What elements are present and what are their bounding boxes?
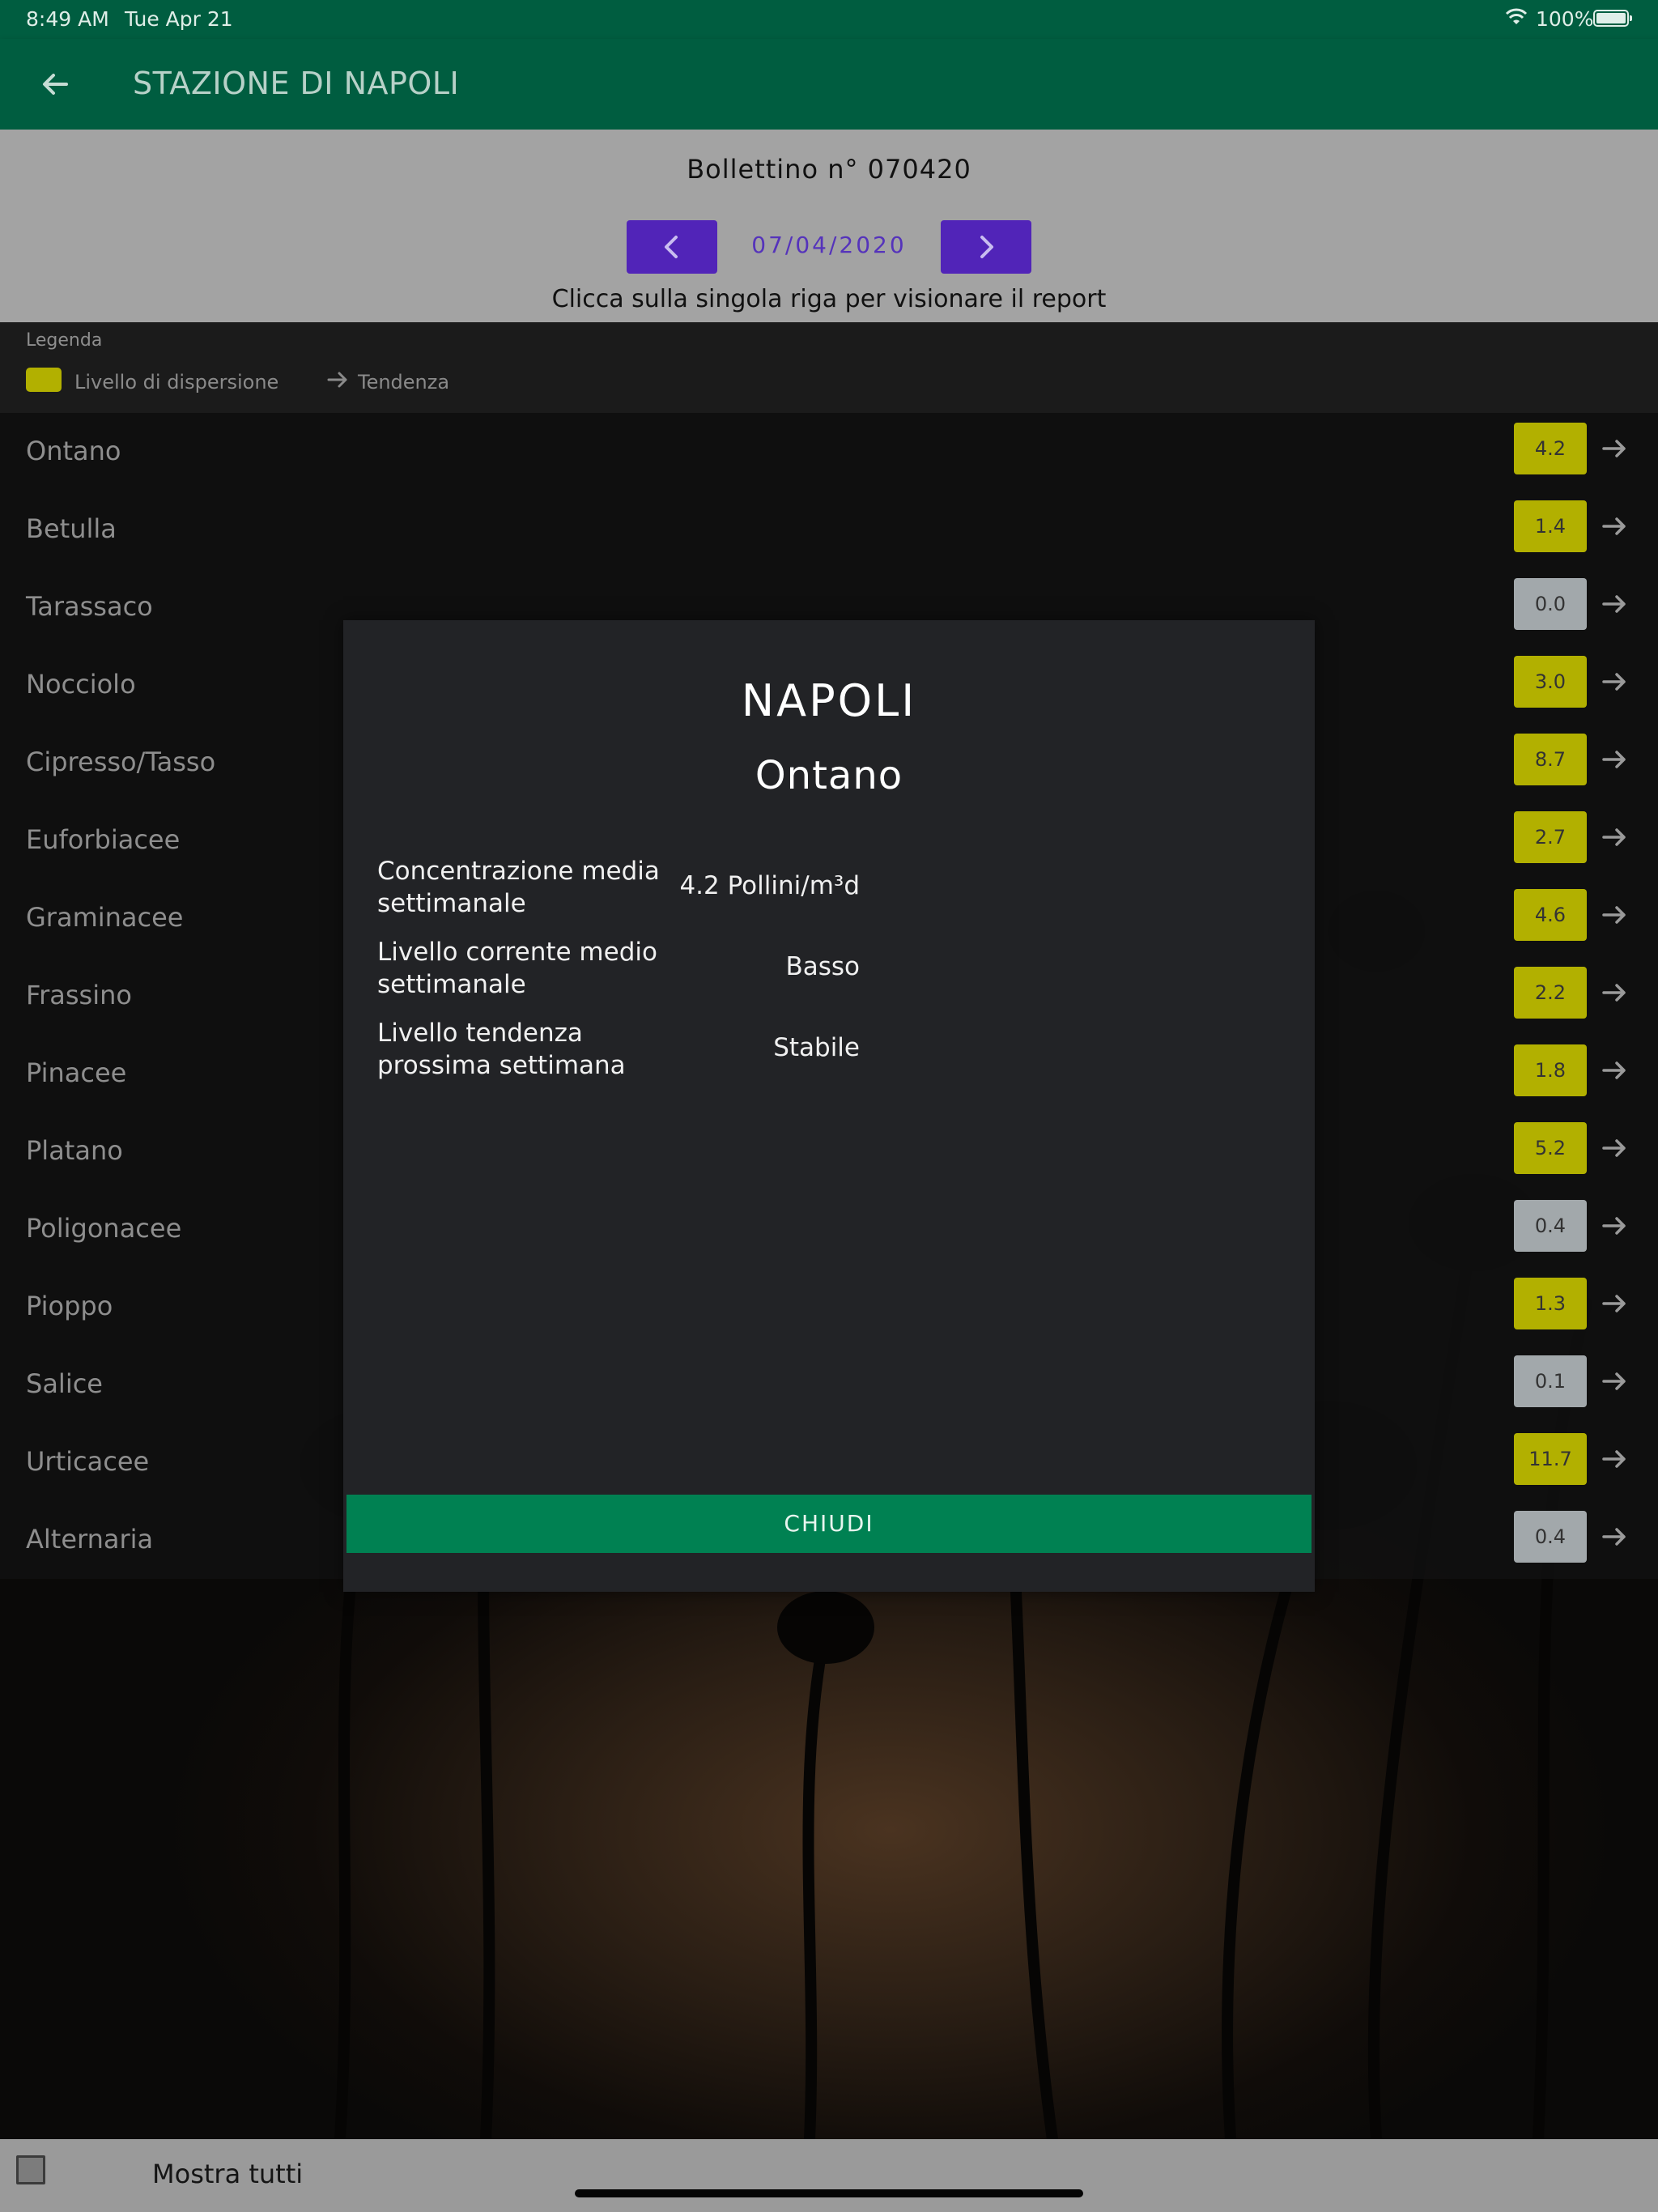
bulletin-number: Bollettino n° 070420 (687, 154, 971, 185)
pollen-name: Pioppo (26, 1291, 113, 1321)
status-bar: 8:49 AM Tue Apr 21 100% (0, 0, 1658, 39)
show-all-checkbox[interactable] (16, 2155, 45, 2184)
pollen-name: Frassino (26, 980, 132, 1010)
pollen-name: Betulla (26, 513, 117, 544)
pollen-name: Euforbiacee (26, 824, 181, 855)
trend-arrow-icon (1598, 1210, 1630, 1245)
dispersion-badge: 3.0 (1514, 656, 1587, 708)
trend-arrow-icon (1598, 821, 1630, 857)
dispersion-swatch (26, 368, 62, 392)
trend-arrow-icon (1598, 666, 1630, 701)
pollen-detail-dialog: NAPOLI Ontano Concentrazione media setti… (343, 620, 1315, 1592)
pollen-name: Pinacee (26, 1057, 127, 1088)
detail-row: Livello tendenza prossima settimana Stab… (377, 1017, 944, 1090)
status-time: 8:49 AM (26, 7, 109, 31)
legend-trend-label: Tendenza (358, 371, 450, 393)
detail-value: Stabile (773, 1033, 860, 1062)
trend-arrow-icon (1598, 1365, 1630, 1401)
pollen-name: Poligonacee (26, 1213, 182, 1244)
trend-arrow-icon (1598, 588, 1630, 623)
pollen-name: Cipresso/Tasso (26, 747, 216, 777)
pollen-row[interactable]: Betulla 1.4 (0, 491, 1658, 568)
trend-arrow-icon (1598, 510, 1630, 546)
dispersion-badge: 0.4 (1514, 1511, 1587, 1563)
dispersion-badge: 5.2 (1514, 1122, 1587, 1174)
show-all-label[interactable]: Mostra tutti (152, 2159, 303, 2189)
dispersion-badge: 0.4 (1514, 1200, 1587, 1252)
legend-title: Legenda (26, 330, 103, 351)
trend-arrow-icon (1598, 1521, 1630, 1556)
trend-arrow-icon (325, 368, 350, 395)
dispersion-badge: 4.6 (1514, 889, 1587, 941)
previous-date-button[interactable] (627, 220, 717, 274)
dispersion-badge: 0.0 (1514, 578, 1587, 630)
detail-label: Livello tendenza prossima settimana (377, 1019, 626, 1080)
status-date: Tue Apr 21 (125, 7, 233, 31)
detail-row: Livello corrente medio settimanale Basso (377, 936, 944, 1009)
trend-arrow-icon (1598, 1443, 1630, 1478)
dispersion-badge: 2.2 (1514, 967, 1587, 1019)
instruction-text: Clicca sulla singola riga per visionare … (551, 285, 1107, 313)
page-title: STAZIONE DI NAPOLI (133, 66, 460, 101)
pollen-name: Tarassaco (26, 591, 153, 622)
detail-row: Concentrazione media settimanale 4.2 Pol… (377, 855, 944, 928)
trend-arrow-icon (1598, 976, 1630, 1012)
pollen-name: Alternaria (26, 1524, 154, 1555)
trend-arrow-icon (1598, 743, 1630, 779)
detail-label: Concentrazione media settimanale (377, 857, 660, 918)
back-arrow-icon[interactable] (37, 66, 73, 102)
trend-arrow-icon (1598, 899, 1630, 934)
trend-arrow-icon (1598, 432, 1630, 468)
bulletin-date: 07/04/2020 (751, 232, 907, 258)
battery-percent: 100% (1536, 7, 1594, 31)
dialog-species-title: Ontano (755, 753, 903, 798)
close-button[interactable]: CHIUDI (346, 1495, 1312, 1553)
dispersion-badge: 8.7 (1514, 734, 1587, 785)
legend-dispersion-label: Livello di dispersione (74, 371, 279, 393)
wifi-icon (1504, 6, 1528, 32)
bulletin-header: Bollettino n° 070420 07/04/2020 Clicca s… (0, 130, 1658, 322)
pollen-name: Urticacee (26, 1446, 150, 1477)
dispersion-badge: 11.7 (1514, 1433, 1587, 1485)
detail-value: 4.2 Pollini/m³d (679, 871, 860, 900)
chevron-left-icon (665, 236, 678, 258)
trend-arrow-icon (1598, 1132, 1630, 1168)
battery-icon (1593, 10, 1632, 27)
dispersion-badge: 4.2 (1514, 423, 1587, 474)
detail-value: Basso (785, 952, 860, 981)
dispersion-badge: 0.1 (1514, 1355, 1587, 1407)
home-indicator[interactable] (575, 2189, 1083, 2197)
dispersion-badge: 1.4 (1514, 500, 1587, 552)
pollen-name: Graminacee (26, 902, 184, 933)
dispersion-badge: 2.7 (1514, 811, 1587, 863)
trend-arrow-icon (1598, 1054, 1630, 1090)
pollen-name: Salice (26, 1368, 103, 1399)
dialog-city-title: NAPOLI (741, 675, 917, 726)
bottom-bar: Mostra tutti (0, 2139, 1658, 2212)
pollen-name: Nocciolo (26, 669, 136, 700)
legend: Legenda Livello di dispersione Tendenza (0, 322, 1658, 413)
dispersion-badge: 1.8 (1514, 1044, 1587, 1096)
chevron-right-icon (980, 236, 993, 258)
pollen-row[interactable]: Ontano 4.2 (0, 413, 1658, 491)
app-bar: STAZIONE DI NAPOLI (0, 39, 1658, 130)
detail-label: Livello corrente medio settimanale (377, 938, 657, 999)
trend-arrow-icon (1598, 1287, 1630, 1323)
pollen-name: Platano (26, 1135, 123, 1166)
next-date-button[interactable] (941, 220, 1031, 274)
pollen-name: Ontano (26, 436, 121, 466)
dispersion-badge: 1.3 (1514, 1278, 1587, 1329)
